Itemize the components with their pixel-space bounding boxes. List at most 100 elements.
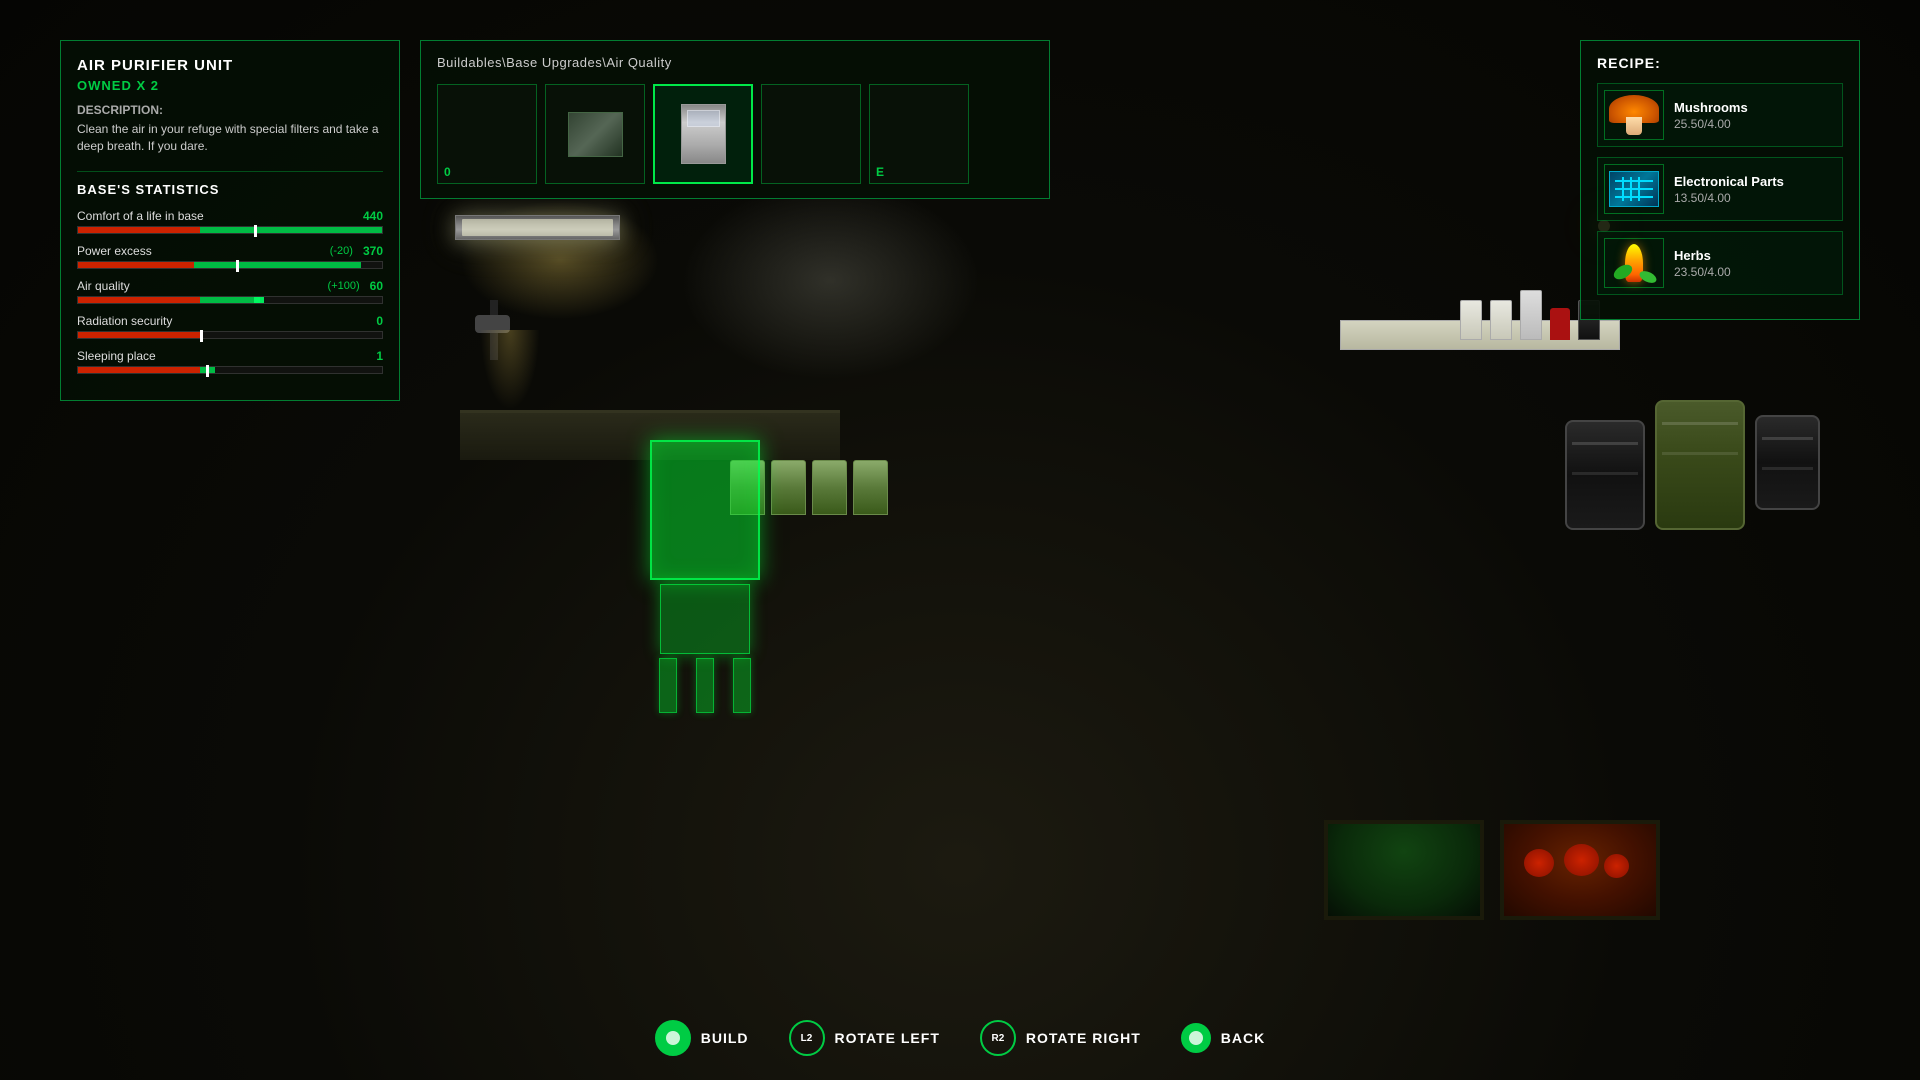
- stat-name: Radiation security: [77, 314, 172, 328]
- lamp-light: [480, 330, 540, 410]
- item-slot-0[interactable]: 0: [437, 84, 537, 184]
- lamp-pole: [490, 300, 498, 360]
- stat-row: Radiation security 0: [77, 314, 383, 339]
- herb-leaf2: [1638, 269, 1659, 286]
- ghost-leg: [696, 658, 714, 713]
- red-bottle: [1550, 308, 1570, 340]
- circuit-icon: [1609, 171, 1659, 207]
- floor-canister: [771, 460, 806, 515]
- stats-container: Comfort of a life in base440 Power excess…: [77, 209, 383, 374]
- item-title: AIR PURIFIER UNIT: [77, 57, 383, 74]
- description-text: Clean the air in your refuge with specia…: [77, 121, 383, 155]
- stat-bar: [77, 261, 383, 269]
- grow-box-plants: [1324, 820, 1484, 920]
- recipe-item-2: Herbs 23.50/4.00: [1597, 231, 1843, 295]
- stat-bar: [77, 366, 383, 374]
- mushroom-stem: [1626, 117, 1642, 135]
- stat-name: Power excess: [77, 244, 152, 258]
- recipe-amount: 13.50/4.00: [1674, 191, 1784, 205]
- stat-modifier: (-20): [330, 245, 353, 257]
- recipe-amount: 25.50/4.00: [1674, 117, 1748, 131]
- recipe-name: Herbs: [1674, 248, 1731, 263]
- breadcrumb: Buildables\Base Upgrades\Air Quality: [437, 55, 1033, 70]
- recipe-item-0: Mushrooms 25.50/4.00: [1597, 83, 1843, 147]
- table-items: [1460, 290, 1600, 340]
- canister: [1460, 300, 1482, 340]
- stat-value: 0: [376, 314, 383, 328]
- recipe-img-herb: [1604, 238, 1664, 288]
- item-slot-4[interactable]: E: [869, 84, 969, 184]
- hud-circle-1: L2: [789, 1020, 825, 1056]
- ghost-leg: [733, 658, 751, 713]
- recipe-img-mushroom: [1604, 90, 1664, 140]
- recipe-name: Electronical Parts: [1674, 174, 1784, 189]
- stat-name: Sleeping place: [77, 349, 156, 363]
- mushroom-icon: [1609, 95, 1659, 135]
- left-info-panel: AIR PURIFIER UNIT OWNED X 2 DESCRIPTION:…: [60, 40, 400, 401]
- hud-button-back[interactable]: BACK: [1181, 1023, 1265, 1053]
- hud-button-build[interactable]: BUILD: [655, 1020, 749, 1056]
- herb-leaf: [1611, 262, 1634, 282]
- item-box-icon: [568, 112, 623, 157]
- stat-row: Power excess (-20) 370: [77, 244, 383, 269]
- stat-value: 60: [370, 279, 383, 293]
- hud-circle-0: [655, 1020, 691, 1056]
- stat-name: Comfort of a life in base: [77, 209, 204, 223]
- owned-label: OWNED X 2: [77, 78, 383, 93]
- item-slot-2[interactable]: [653, 84, 753, 184]
- barrel-area: [1565, 400, 1820, 530]
- hud-label: ROTATE LEFT: [835, 1030, 940, 1046]
- tomato-plants: [1504, 824, 1656, 916]
- hud-label: BUILD: [701, 1030, 749, 1046]
- divider: [77, 171, 383, 172]
- recipe-items: Mushrooms 25.50/4.00 Electronical Parts 13.…: [1597, 83, 1843, 295]
- hud-label: ROTATE RIGHT: [1026, 1030, 1141, 1046]
- recipe-name: Mushrooms: [1674, 100, 1748, 115]
- herb-flame: [1625, 244, 1643, 282]
- desc-label: DESCRIPTION:: [77, 103, 383, 117]
- stat-row: Air quality (+100) 60: [77, 279, 383, 304]
- striped-barrel: [1655, 400, 1745, 530]
- hud-circle-3: [1181, 1023, 1211, 1053]
- slot-key: 0: [444, 165, 451, 179]
- stat-bar: [77, 331, 383, 339]
- canister: [1490, 300, 1512, 340]
- hud-button-rotate-left[interactable]: L2 ROTATE LEFT: [789, 1020, 940, 1056]
- stat-bar: [77, 226, 383, 234]
- tomato: [1604, 854, 1629, 878]
- item-slot-3[interactable]: [761, 84, 861, 184]
- grow-box-frame: [1324, 820, 1484, 920]
- recipe-title: RECIPE:: [1597, 55, 1843, 71]
- item-slots: 0E: [437, 84, 1033, 184]
- stat-value: 1: [376, 349, 383, 363]
- fluorescent-light: [455, 215, 620, 240]
- stat-value: 370: [363, 244, 383, 258]
- stat-row: Sleeping place 1: [77, 349, 383, 374]
- stat-row: Comfort of a life in base440: [77, 209, 383, 234]
- floor-canister: [812, 460, 847, 515]
- hud-button-rotate-right[interactable]: R2 ROTATE RIGHT: [980, 1020, 1141, 1056]
- plants: [1328, 824, 1480, 916]
- floor-canister: [853, 460, 888, 515]
- ghost-body: [650, 440, 760, 580]
- ghost-base: [660, 584, 750, 654]
- recipe-text: Mushrooms 25.50/4.00: [1674, 100, 1748, 131]
- stat-name: Air quality: [77, 279, 130, 293]
- slot-key: E: [876, 165, 884, 179]
- recipe-amount: 23.50/4.00: [1674, 265, 1731, 279]
- recipe-panel: RECIPE: Mushrooms 25.50/4.00 Electronical …: [1580, 40, 1860, 320]
- hud-label: BACK: [1221, 1030, 1265, 1046]
- tomato: [1564, 844, 1599, 876]
- canister-large: [1520, 290, 1542, 340]
- grow-boxes: [1324, 820, 1660, 920]
- small-barrel: [1755, 415, 1820, 510]
- stat-modifier: (+100): [328, 280, 360, 292]
- ghost-leg: [659, 658, 677, 713]
- item-purifier-icon: [681, 104, 726, 164]
- item-slot-1[interactable]: [545, 84, 645, 184]
- recipe-text: Herbs 23.50/4.00: [1674, 248, 1731, 279]
- ghost-placement-object: [640, 440, 770, 700]
- hud-circle-2: R2: [980, 1020, 1016, 1056]
- workbench: [460, 280, 840, 460]
- recipe-img-circuit: [1604, 164, 1664, 214]
